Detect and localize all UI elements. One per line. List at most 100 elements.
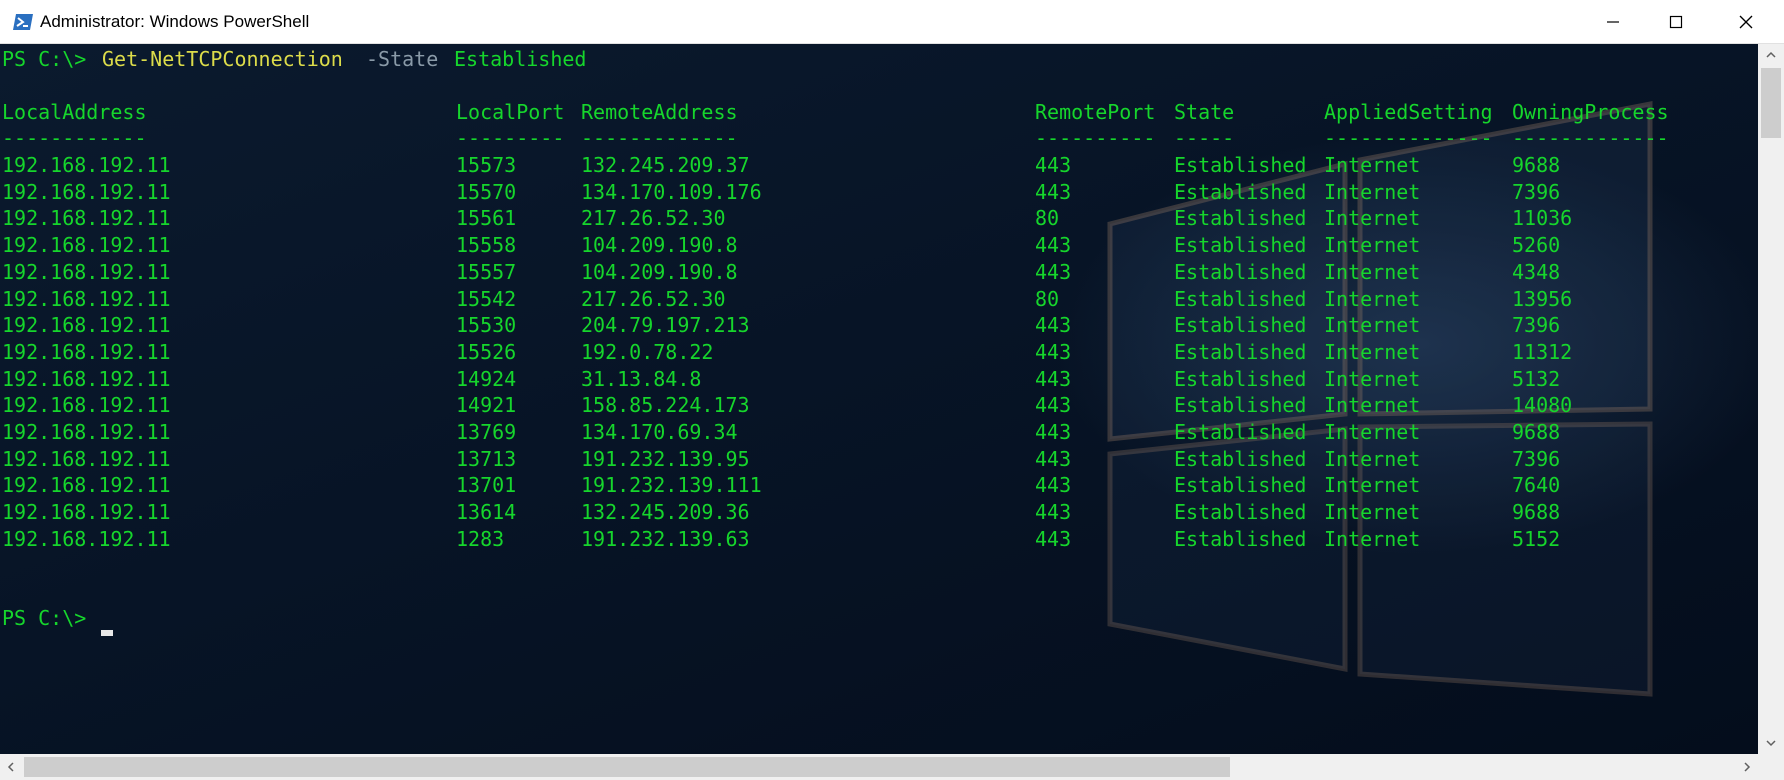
- cell-appliedsetting: Internet: [1324, 446, 1421, 471]
- header-localaddress: LocalAddress: [2, 100, 147, 124]
- cell-state: Established: [1174, 420, 1307, 444]
- window-title: Administrator: Windows PowerShell: [40, 12, 310, 31]
- command-parameter: -State: [366, 47, 439, 71]
- cell-remoteport: 443: [1035, 393, 1072, 418]
- cell-localaddress: 192.168.192.11: [2, 206, 171, 231]
- cell-appliedsetting: Internet: [1324, 393, 1421, 418]
- powershell-icon: [12, 11, 34, 33]
- cell-localport: 13614: [456, 500, 517, 525]
- cell-remoteaddress: 191.232.139.63: [581, 526, 750, 551]
- cell-remoteport: 443: [1035, 339, 1072, 364]
- cell-localaddress: 192.168.192.11: [2, 393, 171, 418]
- cell-appliedsetting: Internet: [1324, 313, 1421, 338]
- current-prompt-line: PS C:\>: [2, 605, 98, 631]
- cell-remoteaddress: 132.245.209.36: [581, 500, 750, 525]
- header-owningprocess: OwningProcess: [1512, 100, 1669, 124]
- scroll-up-button[interactable]: [1758, 44, 1784, 66]
- cell-remoteaddress: 132.245.209.37: [581, 153, 750, 177]
- cell-appliedsetting: Internet: [1324, 366, 1421, 391]
- vertical-scroll-thumb[interactable]: [1761, 68, 1781, 138]
- vertical-scrollbar[interactable]: [1758, 44, 1784, 754]
- cell-state: Established: [1174, 393, 1307, 418]
- cell-remoteaddress: 192.0.78.22: [581, 339, 714, 364]
- separator-remoteport: ----------: [1035, 126, 1156, 150]
- cell-remoteaddress: 158.85.224.173: [581, 393, 750, 418]
- chevron-up-icon: [1766, 51, 1776, 58]
- scrollbar-corner: [1758, 754, 1784, 780]
- scroll-left-button[interactable]: [0, 754, 22, 780]
- cell-appliedsetting: Internet: [1324, 500, 1421, 525]
- cell-owningprocess: 9688: [1512, 153, 1561, 177]
- header-localport: LocalPort: [456, 100, 565, 124]
- separator-appliedsetting: --------------: [1324, 126, 1493, 150]
- console-area[interactable]: PS C:\> Get-NetTCPConnection -State Esta…: [0, 44, 1758, 754]
- close-button[interactable]: [1716, 0, 1776, 44]
- horizontal-scroll-thumb[interactable]: [24, 757, 1230, 777]
- cell-state: Established: [1174, 259, 1307, 284]
- cell-state: Established: [1174, 179, 1307, 204]
- cell-owningprocess: 7640: [1512, 473, 1561, 498]
- cell-localaddress: 192.168.192.11: [2, 526, 171, 551]
- cell-owningprocess: 4348: [1512, 259, 1561, 284]
- cell-localport: 15570: [456, 179, 517, 204]
- powershell-window: Administrator: Windows PowerShell PS C:\…: [0, 0, 1784, 780]
- cell-localport: 13713: [456, 446, 517, 471]
- cell-state: Established: [1174, 500, 1307, 525]
- cell-state: Established: [1174, 206, 1307, 231]
- command-name: Get-NetTCPConnection: [102, 47, 343, 71]
- cell-state: Established: [1174, 313, 1307, 338]
- cell-localaddress: 192.168.192.11: [2, 420, 171, 444]
- table-separator: ------------ --------- ------------- ---…: [2, 125, 1669, 151]
- cell-appliedsetting: Internet: [1324, 420, 1421, 444]
- header-appliedsetting: AppliedSetting: [1324, 100, 1493, 124]
- cell-localport: 15558: [456, 233, 517, 258]
- cell-localaddress: 192.168.192.11: [2, 286, 171, 311]
- cell-owningprocess: 5132: [1512, 366, 1561, 391]
- cell-localaddress: 192.168.192.11: [2, 366, 171, 391]
- horizontal-scrollbar[interactable]: [0, 754, 1758, 780]
- text-cursor: [101, 630, 113, 636]
- cell-remoteaddress: 217.26.52.30: [581, 206, 726, 231]
- cell-appliedsetting: Internet: [1324, 473, 1421, 498]
- cell-owningprocess: 13956: [1512, 286, 1573, 311]
- cell-remoteport: 443: [1035, 259, 1072, 284]
- scroll-down-button[interactable]: [1758, 732, 1784, 754]
- cell-localaddress: 192.168.192.11: [2, 339, 171, 364]
- cell-localport: 15530: [456, 313, 517, 338]
- cell-remoteport: 443: [1035, 313, 1072, 338]
- prompt: PS C:\>: [2, 606, 87, 630]
- separator-localaddress: ------------: [2, 126, 147, 150]
- console-output: PS C:\> Get-NetTCPConnection -State Esta…: [2, 44, 1752, 754]
- cell-remoteaddress: 134.170.109.176: [581, 179, 762, 204]
- cell-localaddress: 192.168.192.11: [2, 259, 171, 284]
- cell-remoteaddress: 191.232.139.111: [581, 473, 762, 498]
- maximize-icon: [1669, 15, 1683, 29]
- cell-localport: 14924: [456, 366, 517, 391]
- cell-localaddress: 192.168.192.11: [2, 233, 171, 258]
- maximize-button[interactable]: [1646, 0, 1706, 44]
- cell-remoteport: 443: [1035, 526, 1072, 551]
- cell-owningprocess: 5152: [1512, 526, 1561, 551]
- cell-remoteport: 80: [1035, 206, 1060, 231]
- cell-state: Established: [1174, 286, 1307, 311]
- cell-localport: 1283: [456, 526, 505, 551]
- cell-remoteaddress: 104.209.190.8: [581, 233, 738, 258]
- title-bar[interactable]: Administrator: Windows PowerShell: [0, 0, 1784, 44]
- scroll-right-button[interactable]: [1736, 754, 1758, 780]
- cell-remoteaddress: 31.13.84.8: [581, 366, 702, 391]
- cell-remoteport: 443: [1035, 153, 1072, 177]
- cell-localport: 15542: [456, 286, 517, 311]
- cell-remoteport: 443: [1035, 500, 1072, 525]
- cell-localaddress: 192.168.192.11: [2, 473, 171, 498]
- cell-localport: 15557: [456, 259, 517, 284]
- cell-remoteaddress: 104.209.190.8: [581, 259, 738, 284]
- command-argument: Established: [454, 47, 587, 71]
- cell-state: Established: [1174, 366, 1307, 391]
- cell-localport: 13769: [456, 420, 517, 444]
- cell-appliedsetting: Internet: [1324, 526, 1421, 551]
- cell-localport: 15573: [456, 153, 517, 177]
- chevron-right-icon: [1744, 762, 1751, 772]
- cell-appliedsetting: Internet: [1324, 286, 1421, 311]
- cell-appliedsetting: Internet: [1324, 259, 1421, 284]
- minimize-button[interactable]: [1583, 0, 1643, 44]
